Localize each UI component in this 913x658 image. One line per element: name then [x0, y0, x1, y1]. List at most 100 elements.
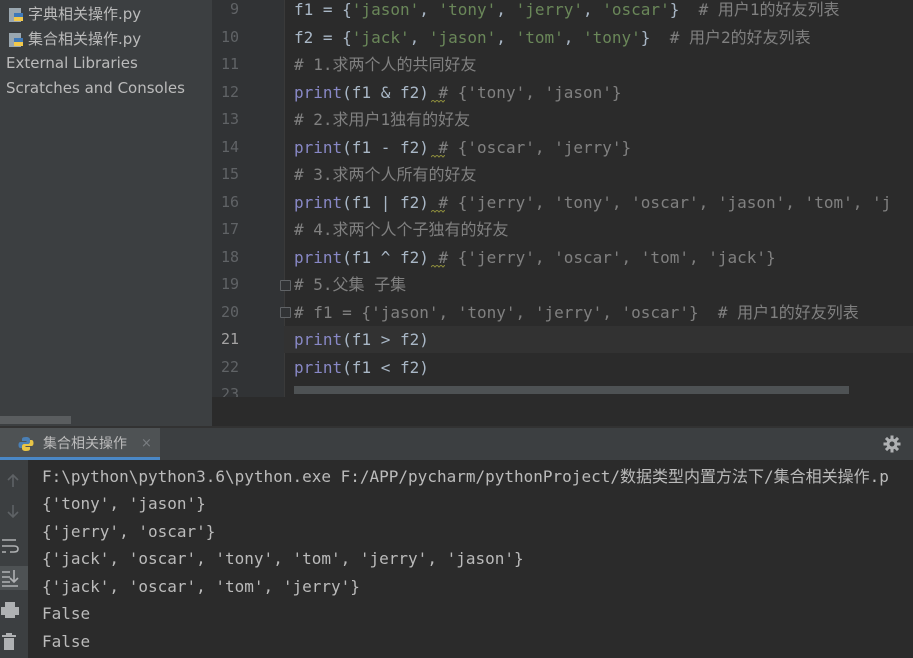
up-arrow-icon[interactable] — [0, 468, 28, 492]
tree-item-set-ops[interactable]: 集合相关操作.py — [8, 27, 141, 52]
line-number: 10 — [220, 28, 239, 46]
code-comment: # {'oscar', 'jerry'} — [428, 138, 632, 157]
scrollbar-thumb[interactable] — [0, 416, 71, 424]
fold-marker-icon[interactable] — [280, 280, 291, 291]
code-token: , — [563, 28, 583, 47]
code-comment-line[interactable]: # 3.求两个人所有的好友 — [294, 161, 477, 188]
tree-item-external-libraries[interactable]: External Libraries — [0, 51, 138, 76]
console-output-line: {'jack', 'oscar', 'tony', 'tom', 'jerry'… — [42, 549, 524, 568]
string-literal: 'jerry' — [515, 0, 583, 19]
line-number: 12 — [220, 83, 239, 101]
weak-warning-squiggle — [431, 100, 445, 103]
tree-item-label: Scratches and Consoles — [6, 79, 185, 97]
library-icon — [0, 56, 4, 72]
close-icon[interactable]: × — [141, 428, 152, 460]
line-number: 11 — [220, 55, 239, 73]
gear-icon[interactable] — [883, 435, 901, 453]
code-line-current[interactable]: print(f1 > f2) — [294, 326, 429, 353]
code-token: , — [496, 0, 516, 19]
weak-warning-squiggle — [431, 155, 445, 158]
line-number: 14 — [220, 138, 239, 156]
code-line[interactable]: print(f1 & f2) # {'tony', 'jason'} — [294, 79, 622, 106]
line-number: 22 — [220, 358, 239, 376]
code-comment-line[interactable]: # 4.求两个人个子独有的好友 — [294, 216, 509, 243]
line-number: 19 — [220, 275, 239, 293]
string-literal: 'jason' — [351, 0, 420, 19]
code-token: , — [583, 0, 603, 19]
builtin-print: print — [294, 193, 343, 212]
code-comment-line[interactable]: # 1.求两个人的共同好友 — [294, 51, 477, 78]
run-tab-set-ops[interactable]: 集合相关操作 × — [0, 428, 160, 460]
python-icon — [18, 437, 34, 451]
soft-wrap-icon[interactable] — [0, 534, 28, 558]
code-comment: # 用户1的好友列表 — [698, 0, 840, 19]
tree-item-dict-ops[interactable]: 字典相关操作.py — [8, 2, 141, 27]
weak-warning-squiggle — [431, 265, 445, 268]
scroll-to-end-icon[interactable] — [0, 566, 28, 590]
console-output-line: False — [42, 632, 91, 651]
project-tool-window: 字典相关操作.py 集合相关操作.py External Libraries S… — [0, 0, 212, 426]
code-comment: # 用户2的好友列表 — [669, 28, 811, 47]
line-number: 23 — [220, 385, 239, 397]
code-comment: # {'jerry', 'oscar', 'tom', 'jack'} — [428, 248, 776, 267]
string-literal: 'tony' — [583, 28, 641, 47]
console-output-line: {'jerry', 'oscar'} — [42, 522, 216, 541]
code-token: , — [496, 28, 516, 47]
weak-warning-squiggle — [431, 210, 445, 213]
builtin-print: print — [294, 83, 343, 102]
line-number: 17 — [220, 220, 239, 238]
builtin-print: print — [294, 358, 343, 377]
run-tool-window-header: 集合相关操作 × — [0, 428, 913, 460]
console-command-line: F:\python\python3.6\python.exe F:/APP/py… — [42, 467, 889, 486]
code-line[interactable]: print(f1 ^ f2) # {'jerry', 'oscar', 'tom… — [294, 244, 776, 271]
code-comment-line[interactable]: # 2.求用户1独有的好友 — [294, 106, 470, 133]
console-output-line: False — [42, 604, 91, 623]
print-icon[interactable] — [0, 598, 28, 622]
tree-item-label: 字典相关操作.py — [28, 5, 142, 23]
builtin-print: print — [294, 330, 343, 349]
code-token: (f1 - f2) — [342, 138, 429, 157]
code-comment-line[interactable]: # f1 = {'jason', 'tony', 'jerry', 'oscar… — [294, 299, 859, 326]
console-output-line: {'jack', 'oscar', 'tom', 'jerry'} — [42, 577, 360, 596]
code-token: , — [409, 28, 429, 47]
code-token: } — [669, 0, 699, 19]
tree-item-label: External Libraries — [6, 54, 138, 72]
code-token: , — [419, 0, 439, 19]
code-token: f1 = { — [294, 0, 352, 19]
down-arrow-icon[interactable] — [0, 500, 28, 524]
run-tab-label: 集合相关操作 — [43, 436, 127, 452]
code-line[interactable]: print(f1 - f2) # {'oscar', 'jerry'} — [294, 134, 631, 161]
run-console-output[interactable]: F:\python\python3.6\python.exe F:/APP/py… — [28, 460, 913, 658]
code-token: f2 = { — [294, 28, 352, 47]
tree-item-label: 集合相关操作.py — [28, 30, 142, 48]
code-line[interactable]: f1 = {'jason', 'tony', 'jerry', 'oscar'}… — [294, 0, 840, 23]
builtin-print: print — [294, 138, 343, 157]
scratches-icon — [0, 81, 4, 97]
line-number: 16 — [220, 193, 239, 211]
code-line[interactable]: print(f1 | f2) # {'jerry', 'tony', 'osca… — [294, 189, 891, 216]
string-literal: 'jason' — [428, 28, 497, 47]
trash-icon[interactable] — [0, 630, 28, 654]
code-comment: # {'tony', 'jason'} — [428, 83, 622, 102]
string-literal: 'jack' — [351, 28, 410, 47]
code-token: (f1 < f2) — [342, 358, 429, 377]
code-token: (f1 > f2) — [342, 330, 429, 349]
code-token: } — [640, 28, 670, 47]
python-file-icon — [9, 32, 23, 47]
project-horizontal-scrollbar[interactable] — [0, 414, 212, 426]
line-number: 18 — [220, 248, 239, 266]
line-number: 20 — [220, 303, 239, 321]
code-line[interactable]: f2 = {'jack', 'jason', 'tom', 'tony'} # … — [294, 24, 811, 51]
code-editor[interactable]: 9 10 11 12 13 14 15 16 17 18 19 20 21 22… — [212, 0, 913, 397]
string-literal: 'tom' — [515, 28, 564, 47]
python-file-icon — [9, 7, 23, 22]
code-comment-line[interactable]: # 5.父集 子集 — [294, 271, 406, 298]
tree-item-scratches[interactable]: Scratches and Consoles — [0, 76, 185, 101]
builtin-print: print — [294, 248, 343, 267]
code-token: (f1 ^ f2) — [342, 248, 429, 267]
editor-horizontal-scrollbar[interactable] — [294, 386, 849, 394]
code-line[interactable]: print(f1 < f2) — [294, 354, 429, 381]
fold-marker-icon[interactable] — [280, 307, 291, 318]
run-toolbar — [0, 460, 28, 658]
console-output-line: {'tony', 'jason'} — [42, 494, 206, 513]
